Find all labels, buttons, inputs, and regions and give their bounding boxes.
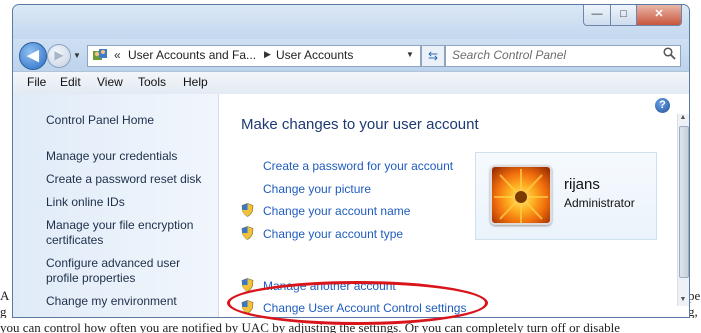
maximize-button[interactable]: □ — [610, 5, 637, 26]
user-accounts-icon — [92, 48, 108, 62]
back-button[interactable]: ◀ — [19, 42, 47, 70]
sidebar: Control Panel Home Manage your credentia… — [13, 94, 219, 317]
title-bar[interactable]: — □ ✕ — [13, 5, 689, 39]
scroll-down-arrow-icon[interactable]: ▼ — [678, 296, 688, 306]
scroll-up-arrow-icon[interactable]: ▲ — [678, 114, 688, 124]
scrollbar-thumb[interactable] — [679, 126, 689, 278]
refresh-button[interactable]: ⇆ — [421, 45, 445, 67]
help-icon[interactable]: ? — [655, 98, 670, 113]
task-change-account-type[interactable]: Change your account type — [263, 227, 403, 241]
menu-view[interactable]: View — [97, 75, 123, 89]
menu-help[interactable]: Help — [183, 75, 208, 89]
menu-edit[interactable]: Edit — [60, 75, 81, 89]
sidebar-item-link-online-ids[interactable]: Link online IDs — [46, 195, 216, 210]
background-text-left-1: A — [0, 288, 10, 303]
search-icon[interactable] — [663, 47, 676, 63]
uac-shield-icon — [241, 203, 254, 217]
menu-bar: File Edit View Tools Help — [13, 71, 689, 95]
task-create-password[interactable]: Create a password for your account — [263, 159, 453, 173]
user-role: Administrator — [564, 196, 635, 210]
menu-tools[interactable]: Tools — [138, 75, 166, 89]
main-content: ? Make changes to your user account Crea… — [219, 94, 689, 317]
user-account-card: rijans Administrator — [475, 152, 657, 240]
uac-shield-icon — [241, 300, 254, 314]
menu-file[interactable]: File — [27, 75, 46, 89]
task-change-uac-settings[interactable]: Change User Account Control settings — [263, 301, 466, 315]
avatar[interactable] — [490, 165, 552, 225]
minimize-button[interactable]: — — [583, 5, 611, 26]
sidebar-item-password-reset-disk[interactable]: Create a password reset disk — [46, 172, 216, 187]
page-title: Make changes to your user account — [241, 116, 479, 133]
search-placeholder: Search Control Panel — [452, 48, 567, 62]
sidebar-item-file-encryption[interactable]: Manage your file encryption certificates — [46, 218, 196, 248]
task-change-account-name[interactable]: Change your account name — [263, 204, 410, 218]
sidebar-item-change-environment[interactable]: Change my environment — [46, 294, 216, 309]
sidebar-item-advanced-profile[interactable]: Configure advanced user profile properti… — [46, 256, 191, 286]
task-change-picture[interactable]: Change your picture — [263, 182, 371, 196]
sidebar-item-control-panel-home[interactable]: Control Panel Home — [46, 113, 216, 128]
user-name: rijans — [564, 176, 600, 193]
breadcrumb-user-accounts-family[interactable]: User Accounts and Fa... — [128, 48, 256, 62]
breadcrumb-arrow-icon[interactable]: ▶ — [264, 49, 271, 60]
background-paragraph: you can control how often you are notifi… — [0, 320, 621, 333]
sidebar-item-manage-credentials[interactable]: Manage your credentials — [46, 149, 216, 164]
close-button[interactable]: ✕ — [636, 5, 682, 26]
background-page-bottom: you can control how often you are notifi… — [0, 318, 701, 333]
uac-shield-icon — [241, 226, 254, 240]
address-bar[interactable]: « User Accounts and Fa... ▶ User Account… — [87, 45, 421, 67]
navigation-bar: ◀ ▶ ▼ « User Accounts and Fa... ▶ User A… — [13, 39, 689, 71]
search-input[interactable]: Search Control Panel — [445, 45, 681, 67]
breadcrumb-user-accounts[interactable]: User Accounts — [276, 48, 353, 62]
address-dropdown-icon[interactable]: ▼ — [406, 50, 414, 59]
forward-button[interactable]: ▶ — [47, 44, 71, 68]
uac-shield-icon — [241, 278, 254, 292]
recent-pages-dropdown-icon[interactable]: ▼ — [73, 51, 81, 60]
user-accounts-window: — □ ✕ ◀ ▶ ▼ « User Accounts and Fa... ▶ … — [12, 4, 690, 318]
address-chevron[interactable]: « — [114, 48, 121, 62]
task-manage-another-account[interactable]: Manage another account — [263, 279, 396, 293]
